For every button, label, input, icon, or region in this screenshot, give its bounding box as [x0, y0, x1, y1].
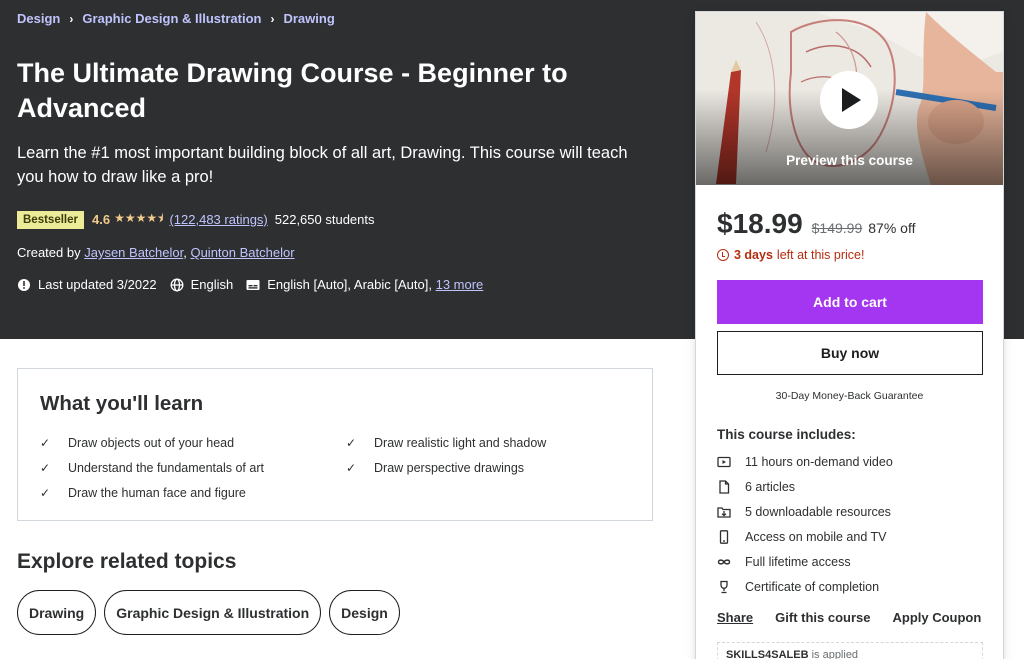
rating-value: 4.6	[91, 212, 111, 227]
learn-item-text: Draw perspective drawings	[374, 461, 525, 475]
current-price: $18.99	[717, 208, 803, 239]
what-youll-learn: What you'll learn ✓ Draw objects out of …	[17, 368, 653, 521]
coupon-code: SKILLS4SALEB	[726, 649, 809, 659]
alert-badge-icon	[17, 278, 31, 292]
closed-captions-icon	[246, 278, 260, 292]
instructor-link-jaysen[interactable]: Jaysen Batchelor	[84, 245, 183, 260]
include-label: Full lifetime access	[745, 555, 851, 569]
topic-graphic-design[interactable]: Graphic Design & Illustration	[104, 590, 322, 635]
include-label: Certificate of completion	[745, 580, 880, 594]
apply-coupon-button[interactable]: Apply Coupon	[893, 610, 982, 625]
original-price: $149.99	[811, 220, 863, 236]
rating-row: Bestseller 4.6 ★★★★⯨ (122,483 ratings) 5…	[17, 209, 375, 230]
gift-course-button[interactable]: Gift this course	[775, 610, 870, 625]
include-label: 5 downloadable resources	[745, 505, 891, 519]
include-item: Certificate of completion	[717, 580, 879, 594]
instructor-link-quinton[interactable]: Quinton Batchelor	[190, 245, 294, 260]
learn-item: ✓ Draw realistic light and shadow	[346, 436, 546, 450]
learn-item: ✓ Draw the human face and figure	[40, 486, 246, 500]
course-captions: English [Auto], Arabic [Auto], 13 more	[246, 277, 483, 292]
coupon-status: is applied	[811, 649, 859, 659]
mobile-icon	[717, 530, 731, 544]
breadcrumb-design[interactable]: Design	[17, 11, 60, 26]
learn-item-text: Draw objects out of your head	[68, 436, 235, 450]
chevron-right-icon: ›	[69, 11, 74, 26]
breadcrumb: Design › Graphic Design & Illustration ›…	[17, 11, 335, 26]
download-icon	[717, 505, 731, 519]
article-icon	[717, 480, 731, 494]
include-item: 11 hours on-demand video	[717, 455, 893, 469]
learn-item: ✓ Understand the fundamentals of art	[40, 461, 264, 475]
course-preview[interactable]: Preview this course	[696, 12, 1003, 185]
include-label: 6 articles	[745, 480, 796, 494]
language-text: English	[190, 277, 234, 292]
preview-label: Preview this course	[786, 153, 913, 168]
captions-text: English [Auto], Arabic [Auto],	[267, 277, 432, 292]
ratings-count-link[interactable]: (122,483 ratings)	[169, 212, 267, 227]
students-count: 522,650 students	[274, 212, 375, 227]
check-icon: ✓	[346, 461, 357, 475]
sidebar-actions: Share Gift this course Apply Coupon	[717, 610, 981, 625]
alarm-clock-icon	[717, 249, 729, 261]
course-meta: Last updated 3/2022 English English [Aut…	[17, 277, 496, 292]
trophy-icon	[717, 580, 731, 594]
topic-design[interactable]: Design	[329, 590, 400, 635]
star-rating-icon: ★★★★⯨	[114, 211, 164, 225]
learn-item: ✓ Draw perspective drawings	[346, 461, 524, 475]
created-by-label: Created by	[17, 245, 81, 260]
explore-title: Explore related topics	[17, 550, 237, 573]
bestseller-badge: Bestseller	[17, 210, 84, 229]
infinity-icon	[717, 555, 731, 569]
timer-text: left at this price!	[776, 248, 865, 262]
check-icon: ✓	[40, 461, 51, 475]
course-language: English	[170, 277, 234, 292]
money-back-guarantee: 30-Day Money-Back Guarantee	[775, 390, 924, 402]
check-icon: ✓	[40, 486, 51, 500]
learn-item-text: Understand the fundamentals of art	[68, 461, 264, 475]
includes-title: This course includes:	[717, 427, 856, 442]
chevron-right-icon: ›	[270, 11, 275, 26]
course-title: The Ultimate Drawing Course - Beginner t…	[17, 58, 568, 123]
add-to-cart-button[interactable]: Add to cart	[717, 280, 983, 324]
purchase-sidebar: Preview this course $18.99 $149.99 87% o…	[695, 11, 1004, 659]
price-row: $18.99 $149.99 87% off	[717, 208, 915, 240]
created-by: Created by Jaysen Batchelor, Quinton Bat…	[17, 245, 295, 260]
buy-now-button[interactable]: Buy now	[717, 331, 983, 375]
price-timer: 3 days left at this price!	[717, 248, 864, 262]
more-captions-link[interactable]: 13 more	[436, 277, 484, 292]
check-icon: ✓	[346, 436, 357, 450]
last-updated-text: Last updated 3/2022	[38, 277, 157, 292]
include-item: 6 articles	[717, 480, 795, 494]
learn-item-text: Draw realistic light and shadow	[374, 436, 547, 450]
include-item: Full lifetime access	[717, 555, 851, 569]
check-icon: ✓	[40, 436, 51, 450]
include-label: Access on mobile and TV	[745, 530, 887, 544]
include-label: 11 hours on-demand video	[745, 455, 893, 469]
breadcrumb-drawing[interactable]: Drawing	[283, 11, 334, 26]
include-item: Access on mobile and TV	[717, 530, 887, 544]
learn-item-text: Draw the human face and figure	[68, 486, 246, 500]
related-topics: Drawing Graphic Design & Illustration De…	[17, 590, 408, 635]
globe-icon	[170, 278, 184, 292]
topic-drawing[interactable]: Drawing	[17, 590, 97, 635]
include-item: 5 downloadable resources	[717, 505, 891, 519]
timer-days: 3 days	[734, 248, 773, 262]
breadcrumb-graphic-design[interactable]: Graphic Design & Illustration	[82, 11, 261, 26]
learn-item: ✓ Draw objects out of your head	[40, 436, 234, 450]
applied-coupon: SKILLS4SALEB is applied	[717, 642, 983, 659]
video-icon	[717, 455, 731, 469]
learn-title: What you'll learn	[40, 392, 204, 415]
discount-percent: 87% off	[868, 220, 916, 236]
last-updated: Last updated 3/2022	[17, 277, 157, 292]
course-subtitle: Learn the #1 most important building blo…	[17, 144, 628, 186]
play-icon[interactable]	[820, 71, 878, 129]
share-button[interactable]: Share	[717, 610, 753, 625]
